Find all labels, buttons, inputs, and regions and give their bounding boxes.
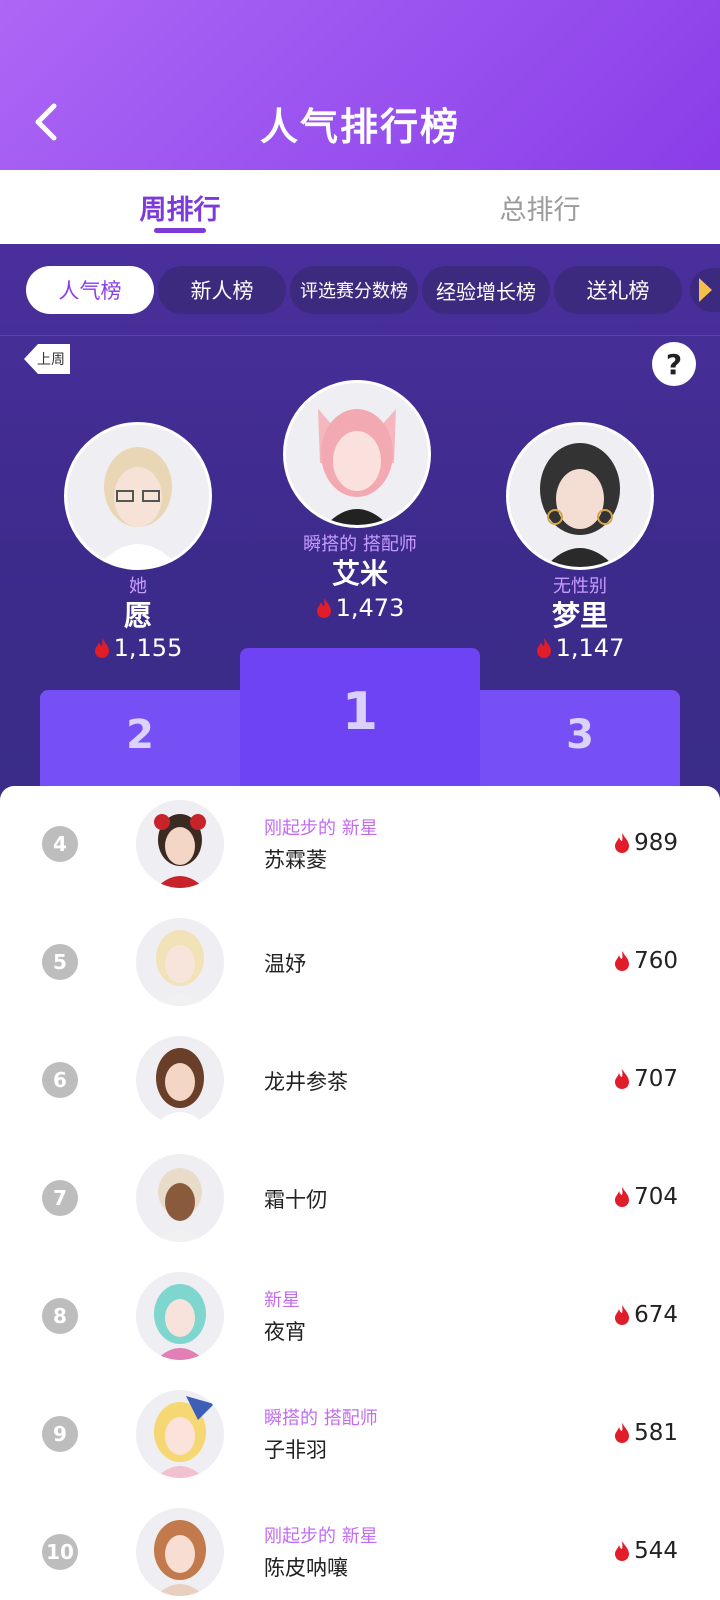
avatar[interactable]	[136, 1390, 224, 1478]
character-portrait-icon	[154, 1284, 206, 1360]
list-score-value: 707	[634, 1066, 678, 1092]
list-name: 陈皮呐嚷	[264, 1556, 348, 1580]
page-title: 人气排行榜	[259, 105, 460, 149]
list-name: 子非羽	[264, 1438, 327, 1462]
ranking-list: 4 刚起步的 新星 苏霖菱 989 5 温妤 760 6 龙井参茶 707 7 …	[0, 786, 720, 1600]
character-portrait-icon	[156, 1048, 204, 1124]
rank3-name: 梦里	[551, 599, 608, 632]
avatar[interactable]	[136, 1036, 224, 1124]
list-tag: 刚起步的 新星	[264, 1526, 378, 1547]
character-portrait-icon	[97, 447, 179, 567]
rank-badge: 8	[42, 1298, 78, 1334]
list-tag: 刚起步的 新星	[264, 818, 378, 839]
chip-exp-growth[interactable]: 经验增长榜	[422, 266, 550, 314]
list-score: 704	[614, 1184, 678, 1210]
character-portrait-icon	[540, 443, 620, 567]
rank-badge: 9	[42, 1416, 78, 1452]
tab-active-indicator	[154, 228, 206, 233]
flame-icon	[615, 1187, 630, 1207]
rank1-name: 艾米	[331, 557, 388, 590]
list-item[interactable]: 5 温妤 760	[0, 904, 720, 1022]
avatar-rank-1[interactable]	[283, 380, 431, 528]
list-name: 龙井参茶	[264, 1070, 348, 1094]
rank-badge: 10	[42, 1534, 78, 1570]
rank1-score-value: 1,473	[335, 594, 405, 622]
flame-icon	[536, 638, 551, 658]
character-portrait-icon	[156, 930, 204, 1006]
avatar-rank-3[interactable]	[506, 422, 654, 570]
app-header: 人气排行榜	[0, 0, 720, 170]
character-portrait-icon	[154, 1396, 214, 1478]
list-name: 夜宵	[264, 1320, 306, 1344]
chip-popularity[interactable]: 人气榜	[26, 266, 154, 314]
list-score-value: 674	[634, 1302, 678, 1328]
list-item[interactable]: 6 龙井参茶 707	[0, 1022, 720, 1140]
avatar[interactable]	[136, 800, 224, 888]
list-item[interactable]: 7 霜十仞 704	[0, 1140, 720, 1258]
rank2-name: 愿	[123, 599, 152, 632]
ranking-tabs: 周排行 总排行	[0, 170, 720, 244]
list-item[interactable]: 8 新星 夜宵 674	[0, 1258, 720, 1376]
character-portrait-icon	[156, 1168, 204, 1242]
list-score-value: 544	[634, 1538, 678, 1564]
list-score: 674	[614, 1302, 678, 1328]
chip-gift[interactable]: 送礼榜	[554, 266, 682, 314]
list-name: 霜十仞	[264, 1188, 327, 1212]
flame-icon	[615, 1541, 630, 1561]
rank-badge: 5	[42, 944, 78, 980]
chip-contest-score[interactable]: 评选赛分数榜	[290, 266, 418, 314]
list-tag: 新星	[264, 1290, 300, 1311]
character-portrait-icon	[154, 1520, 206, 1596]
list-score: 581	[614, 1420, 678, 1446]
character-portrait-icon	[154, 814, 206, 888]
list-score: 760	[614, 948, 678, 974]
rank3-score-value: 1,147	[555, 634, 625, 662]
list-tag: 瞬搭的 搭配师	[264, 1408, 378, 1429]
tab-weekly[interactable]: 周排行	[80, 188, 280, 227]
character-portrait-icon	[318, 409, 396, 525]
avatar[interactable]	[136, 918, 224, 1006]
flame-icon	[615, 833, 630, 853]
rank2-score-value: 1,155	[113, 634, 183, 662]
flame-icon	[615, 1069, 630, 1089]
list-score: 707	[614, 1066, 678, 1092]
help-button[interactable]: ?	[652, 342, 696, 386]
list-name: 温妤	[264, 952, 306, 976]
flame-icon	[615, 1305, 630, 1325]
list-item[interactable]: 10 刚起步的 新星 陈皮呐嚷 544	[0, 1494, 720, 1600]
podium-second: 2	[40, 690, 240, 800]
list-score-value: 581	[634, 1420, 678, 1446]
rank-badge: 6	[42, 1062, 78, 1098]
rank-badge: 7	[42, 1180, 78, 1216]
category-chips: 人气榜 新人榜 评选赛分数榜 经验增长榜 送礼榜	[0, 244, 720, 336]
chip-newcomer[interactable]: 新人榜	[158, 266, 286, 314]
avatar[interactable]	[136, 1154, 224, 1242]
flame-icon	[316, 598, 331, 618]
rank3-score: 1,147	[506, 634, 654, 662]
flame-icon	[615, 951, 630, 971]
list-score: 989	[614, 830, 678, 856]
rank2-score: 1,155	[64, 634, 212, 662]
triangle-right-icon	[699, 278, 712, 302]
scroll-more-button[interactable]	[690, 268, 720, 312]
list-score-value: 989	[634, 830, 678, 856]
list-name: 苏霖菱	[264, 848, 327, 872]
list-score: 544	[614, 1538, 678, 1564]
rank1-score: 1,473	[270, 594, 450, 622]
list-item[interactable]: 4 刚起步的 新星 苏霖菱 989	[0, 786, 720, 904]
avatar[interactable]	[136, 1272, 224, 1360]
tab-overall[interactable]: 总排行	[440, 188, 640, 227]
podium-first: 1	[240, 648, 480, 800]
avatar[interactable]	[136, 1508, 224, 1596]
flame-icon	[94, 638, 109, 658]
avatar-rank-2[interactable]	[64, 422, 212, 570]
last-week-button[interactable]: 上周	[24, 344, 70, 374]
flame-icon	[615, 1423, 630, 1443]
rank-badge: 4	[42, 826, 78, 862]
podium-section: 人气榜 新人榜 评选赛分数榜 经验增长榜 送礼榜 上周 ? 她 愿 1,155 …	[0, 244, 720, 800]
list-item[interactable]: 9 瞬搭的 搭配师 子非羽 581	[0, 1376, 720, 1494]
podium-third: 3	[480, 690, 680, 800]
list-score-value: 704	[634, 1184, 678, 1210]
list-score-value: 760	[634, 948, 678, 974]
